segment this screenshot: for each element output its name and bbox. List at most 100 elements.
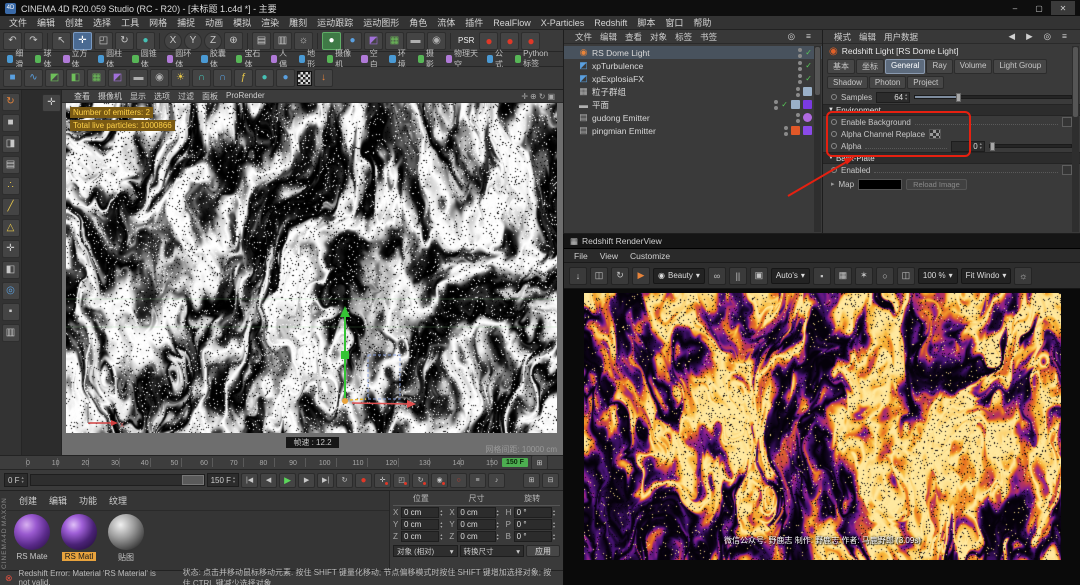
go-to-start-button[interactable]: |◀ <box>241 473 258 488</box>
visibility-dots[interactable] <box>798 74 802 84</box>
light-object-icon[interactable]: ☀ <box>171 69 190 87</box>
render-result-area[interactable]: 微信公众号: 野鹿志 制作: 野鹿志 作者: 马鹿野郎 (3.09s) <box>564 289 1080 585</box>
render-region-button[interactable]: ▥ <box>273 32 292 50</box>
deformer-button[interactable]: ◩ <box>364 32 383 50</box>
axis-y-button[interactable]: Y <box>184 32 202 50</box>
xp-tag-icon[interactable] <box>803 113 812 122</box>
model-mode-icon[interactable]: ■ <box>2 114 20 132</box>
viewport-menu-item[interactable]: 查看 <box>70 91 94 102</box>
workplane-mode-icon[interactable]: ▤ <box>2 156 20 174</box>
bucket-render-icon[interactable]: ▦ <box>834 267 852 285</box>
renderview-settings-icon[interactable]: ☼ <box>1014 267 1032 285</box>
material-preview[interactable] <box>14 514 50 550</box>
maximize-view-icon[interactable]: ▣ <box>547 92 555 101</box>
camera-object-icon[interactable]: ◉ <box>150 69 169 87</box>
keyframe-circle[interactable] <box>831 143 837 149</box>
menu-item[interactable]: 帮助 <box>688 16 716 29</box>
texture-tag-icon[interactable] <box>803 126 812 135</box>
sound-toggle-icon[interactable]: ♪ <box>488 473 505 488</box>
toolbar-object-item[interactable]: 公式 <box>484 53 511 66</box>
menu-item[interactable]: 文件 <box>4 16 32 29</box>
samples-field[interactable]: 64▴▾ <box>876 92 910 103</box>
viewport-menu-item[interactable]: 显示 <box>126 91 150 102</box>
pos-z-field[interactable]: 0 cm <box>401 531 439 542</box>
toolbar-object-item[interactable]: 圆锥体 <box>129 53 163 66</box>
pause-icon[interactable]: || <box>729 267 747 285</box>
zoom-dropdown[interactable]: 100 %▾ <box>918 268 958 284</box>
enabled-check-icon[interactable]: ✓ <box>805 48 812 57</box>
undo-icon[interactable]: ↶ <box>3 32 22 50</box>
keyframe-circle[interactable] <box>831 94 837 100</box>
axis-mode-icon[interactable]: ✛ <box>2 240 20 258</box>
autokey-button[interactable]: ○ <box>450 473 467 488</box>
object-manager-menu-item[interactable]: 对象 <box>646 31 671 43</box>
crop-icon[interactable]: ▣ <box>750 267 768 285</box>
menu-item[interactable]: 窗口 <box>660 16 688 29</box>
rot-h-field[interactable]: 0 ° <box>514 507 552 518</box>
dynamics-button[interactable]: ● <box>343 32 362 50</box>
points-mode-icon[interactable]: ∴ <box>2 177 20 195</box>
playhead-marker[interactable]: 150 F <box>502 458 528 467</box>
fit-dropdown[interactable]: Fit Windo▾ <box>961 268 1012 284</box>
history-back-icon[interactable]: ◀ <box>1005 31 1020 42</box>
renderview-menu-item[interactable]: View <box>594 251 624 261</box>
environment-section-header[interactable]: ▼ Environment <box>823 104 1080 116</box>
record-parameter-button[interactable]: ◉ <box>431 473 448 488</box>
move-tool-icon[interactable]: ✛ <box>73 32 92 50</box>
toolbar-object-item[interactable]: 摄像机 <box>324 53 358 66</box>
layout-single-icon[interactable]: ⊟ <box>542 473 559 488</box>
menu-item[interactable]: 雕刻 <box>284 16 312 29</box>
enabled-check-icon[interactable]: ✓ <box>781 100 788 109</box>
history-forward-icon[interactable]: ▶ <box>1022 31 1037 42</box>
renderview-title-bar[interactable]: ▦ Redshift RenderView <box>564 234 1080 249</box>
renderview-menu-item[interactable]: Customize <box>624 251 676 261</box>
toolbar-object-item[interactable]: 细滑 <box>4 53 31 66</box>
object-manager-menu-item[interactable]: 标签 <box>671 31 696 43</box>
backplate-section-header[interactable]: ▼ Back-Plate <box>823 152 1080 164</box>
menu-item[interactable]: 运动图形 <box>358 16 404 29</box>
subdivision-surface-icon[interactable]: ◩ <box>45 69 64 87</box>
make-editable-icon[interactable]: ↻ <box>2 93 20 111</box>
floor-object-icon[interactable]: ▬ <box>129 69 148 87</box>
link-aov-icon[interactable]: ∞ <box>708 267 726 285</box>
attribute-menu-item[interactable]: 模式 <box>830 31 855 43</box>
pos-x-field[interactable]: 0 cm <box>401 507 439 518</box>
viewport-layout-icon[interactable]: ▥ <box>2 324 20 342</box>
region-render-icon[interactable]: ○ <box>876 267 894 285</box>
toolbar-object-item[interactable]: 圆环体 <box>164 53 198 66</box>
physical-sky-icon[interactable]: ∩ <box>213 69 232 87</box>
toolbar-object-item[interactable]: 圆柱体 <box>95 53 129 66</box>
menu-item[interactable]: 模拟 <box>228 16 256 29</box>
axis-x-button[interactable]: X <box>164 32 182 50</box>
object-row[interactable]: ▦ 粒子群组 <box>564 85 822 98</box>
viewport-menu-item[interactable]: 摄像机 <box>94 91 126 102</box>
object-manager-menu-item[interactable]: 书签 <box>696 31 721 43</box>
polygons-mode-icon[interactable]: △ <box>2 219 20 237</box>
menu-item[interactable]: 捕捉 <box>172 16 200 29</box>
size-z-field[interactable]: 0 cm <box>457 531 495 542</box>
object-manager-menu-item[interactable]: 文件 <box>571 31 596 43</box>
start-render-icon[interactable]: ▶ <box>632 267 650 285</box>
menu-item[interactable]: 运动跟踪 <box>312 16 358 29</box>
attribute-scrollbar[interactable] <box>1072 46 1079 232</box>
floor-button[interactable]: ▬ <box>406 32 425 50</box>
render-result-canvas[interactable] <box>584 293 1061 560</box>
keyframe-circle[interactable] <box>831 131 837 137</box>
coord-mode-dropdown[interactable]: 对象 (相对)▾ <box>393 545 458 557</box>
menu-item[interactable]: 脚本 <box>632 16 660 29</box>
snap-icon[interactable]: ◎ <box>2 282 20 300</box>
toolbar-object-item[interactable]: 空白 <box>358 53 385 66</box>
renderview-menu-item[interactable]: File <box>568 251 594 261</box>
material-menu-item[interactable]: 纹理 <box>104 493 132 508</box>
menu-item[interactable]: 编辑 <box>32 16 60 29</box>
minimize-button[interactable]: – <box>1003 1 1027 15</box>
visibility-dots[interactable] <box>774 100 778 110</box>
menu-item[interactable]: RealFlow <box>488 18 536 28</box>
coord-size-dropdown[interactable]: 转换尺寸▾ <box>460 545 525 557</box>
material-preview[interactable] <box>61 514 97 550</box>
lock-icon[interactable]: ▪ <box>813 267 831 285</box>
rot-b-field[interactable]: 0 ° <box>514 531 552 542</box>
attribute-menu-item[interactable]: 编辑 <box>855 31 880 43</box>
split-panels-icon[interactable]: ◫ <box>897 267 915 285</box>
material-menu-item[interactable]: 功能 <box>74 493 102 508</box>
